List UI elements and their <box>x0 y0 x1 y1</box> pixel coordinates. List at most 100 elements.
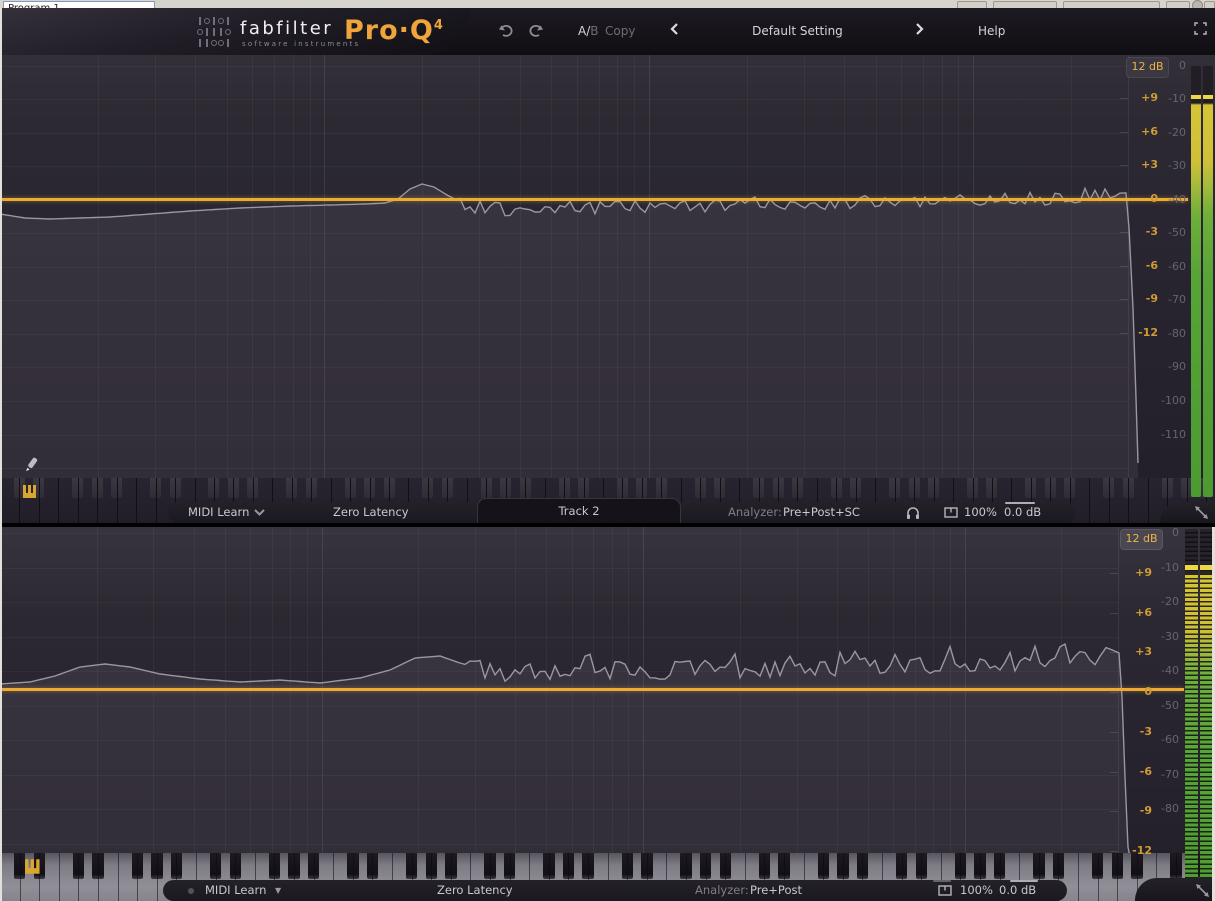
spectrum-scale-label: -110 <box>1161 427 1186 441</box>
matrix-dot <box>217 15 224 26</box>
logo-panel: fabfilter software instruments Pro·Q4 <box>0 8 470 55</box>
grid-line-horizontal <box>0 809 1118 810</box>
brand-name: fabfilter <box>240 18 334 39</box>
matrix-dot <box>217 37 224 48</box>
grid-line-horizontal <box>0 166 1128 168</box>
spectrum-scale-label: -30 <box>1161 629 1179 643</box>
gain-scale-tick <box>1110 692 1118 694</box>
zero-latency-button[interactable]: Zero Latency <box>333 505 409 519</box>
gain-scale-label: 0 <box>1144 685 1152 699</box>
spectrum-scale-label: -70 <box>1168 293 1186 307</box>
output-level-meter <box>1189 66 1215 497</box>
piano-zoom-icon[interactable] <box>24 858 44 875</box>
piano-key-separator <box>1089 478 1091 523</box>
meter-peak-hold <box>1191 95 1201 99</box>
grid-line-horizontal <box>0 65 1128 67</box>
piano-key-separator <box>1097 853 1099 901</box>
spectrum-scale-label: -20 <box>1161 595 1179 608</box>
chevron-down-icon[interactable] <box>254 509 265 516</box>
gain-scale-tick <box>1110 850 1118 852</box>
redo-icon[interactable] <box>528 23 544 38</box>
matrix-dot <box>196 26 203 37</box>
brand-subtitle: software instruments <box>242 40 361 48</box>
help-button[interactable]: Help <box>978 24 1005 38</box>
display-zoom-value[interactable]: 100% <box>964 505 997 519</box>
piano-key-separator <box>77 478 79 523</box>
spectrum-scale-label: -100 <box>1161 394 1186 407</box>
spectrum-scale-label: -90 <box>1168 360 1186 374</box>
gain-scale-tick <box>1120 131 1128 133</box>
ab-compare-button[interactable]: A/B <box>578 24 599 38</box>
gain-scale-tick <box>1110 612 1118 614</box>
preset-name-button[interactable]: Default Setting <box>690 24 905 38</box>
piano-zoom-icon[interactable] <box>22 484 40 499</box>
output-level-meter <box>1185 529 1215 901</box>
preset-prev-icon[interactable] <box>670 23 679 35</box>
output-gain-value[interactable]: 0.0 dB <box>1004 505 1041 519</box>
spectrum-scale-label: -10 <box>1161 560 1179 574</box>
bottom-toolbar: MIDI Learn ▼ Zero Latency Analyzer: Pre+… <box>163 880 1067 901</box>
matrix-dot <box>203 15 210 26</box>
copy-button[interactable]: Copy <box>605 24 635 38</box>
matrix-dot <box>210 37 217 48</box>
piano-key-separator <box>58 853 60 901</box>
resize-handle-icon[interactable] <box>1195 883 1210 898</box>
meter-peak-hold <box>1185 565 1198 570</box>
gain-scale-label: -12 <box>1132 843 1152 857</box>
zero-latency-button[interactable]: Zero Latency <box>437 883 513 897</box>
track-tab[interactable]: Track 2 <box>477 498 681 523</box>
pencil-tool-icon[interactable] <box>22 455 42 475</box>
gain-scale-tick <box>1120 98 1128 99</box>
piano-toggle-icon[interactable] <box>944 507 958 518</box>
piano-key-separator <box>1147 478 1149 523</box>
eq-curve-0db[interactable] <box>0 198 1188 201</box>
piano-key-separator <box>78 853 80 901</box>
grid-line-horizontal <box>0 233 1128 235</box>
midi-learn-button[interactable]: MIDI Learn <box>188 505 249 519</box>
preset-next-icon[interactable] <box>915 23 924 35</box>
grid-line-horizontal <box>0 533 1118 534</box>
corner-panel <box>1160 502 1215 523</box>
display-range-button[interactable]: 12 dB <box>1126 57 1169 78</box>
gain-scale-tick <box>1120 332 1128 334</box>
resize-handle-icon[interactable] <box>1194 505 1209 520</box>
grid-line-horizontal <box>0 636 1118 638</box>
grid-line-horizontal <box>0 774 1118 776</box>
eq-curve-0db[interactable] <box>0 688 1184 691</box>
midi-led-indicator <box>188 888 194 894</box>
matrix-bar <box>224 37 231 48</box>
headphones-icon[interactable] <box>905 506 921 520</box>
piano-key-separator <box>156 853 158 901</box>
analyzer-mode-button[interactable]: Pre+Post <box>750 883 802 897</box>
spectrum-scale-label: -40 <box>1161 664 1179 677</box>
analyzer-label: Analyzer: <box>728 505 782 519</box>
proq-window-second: +9 +6 +3 0 -3 -6 -9 -12 0 -10 -20 -30 -40 -50 -60 -70 -8… <box>0 527 1215 901</box>
gain-scale-tick <box>1120 232 1128 234</box>
matrix-bar <box>210 26 217 37</box>
undo-icon[interactable] <box>498 23 514 38</box>
matrix-bar <box>224 15 231 26</box>
spectrum-scale-label: -50 <box>1168 226 1186 240</box>
grid-line-horizontal <box>0 843 1118 845</box>
grid-line-horizontal <box>0 740 1118 741</box>
dropdown-triangle-icon[interactable]: ▼ <box>275 886 281 895</box>
spectrum-scale-label: -10 <box>1168 92 1186 105</box>
gain-scale-tick <box>1120 265 1128 267</box>
plugin-header: fabfilter software instruments Pro·Q4 A/… <box>0 8 1215 55</box>
spectrum-scale-label: -40 <box>1168 192 1186 206</box>
display-range-button[interactable]: 12 dB <box>1120 529 1163 550</box>
display-zoom-value[interactable]: 100% <box>960 883 993 897</box>
output-gain-value[interactable]: 0.0 dB <box>999 883 1036 897</box>
fullscreen-icon[interactable] <box>1194 22 1207 35</box>
piano-key-separator <box>137 853 139 901</box>
midi-learn-button[interactable]: MIDI Learn <box>205 883 266 897</box>
piano-key-separator <box>1108 478 1110 523</box>
piano-key-separator <box>97 478 99 523</box>
piano-toggle-icon[interactable] <box>938 885 952 896</box>
matrix-bar <box>196 37 203 48</box>
matrix-bar <box>203 37 210 48</box>
corner-panel <box>1135 878 1215 901</box>
window-left-edge <box>0 8 2 901</box>
analyzer-mode-button[interactable]: Pre+Post+SC <box>783 505 860 519</box>
piano-key-separator <box>1078 853 1079 901</box>
